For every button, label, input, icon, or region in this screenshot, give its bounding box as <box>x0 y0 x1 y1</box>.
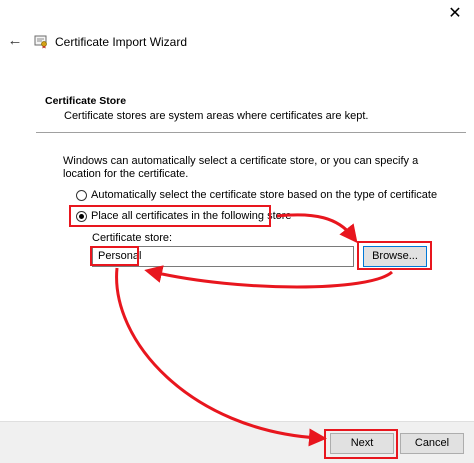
section-heading: Certificate Store <box>45 95 127 107</box>
auto-select-radio[interactable] <box>76 189 87 201</box>
cancel-button[interactable]: Cancel <box>400 433 464 454</box>
highlight-store-value <box>90 246 139 266</box>
intro-text: Windows can automatically select a certi… <box>63 155 419 180</box>
back-button[interactable]: ← <box>5 32 25 50</box>
section-description: Certificate stores are system areas wher… <box>64 110 369 122</box>
certificate-store-label: Certificate store: <box>92 232 173 244</box>
arrow-to-store-value <box>144 265 394 289</box>
arrow-to-next <box>115 267 327 447</box>
close-icon: ✕ <box>448 5 462 22</box>
back-arrow-icon: ← <box>7 32 23 49</box>
highlight-next-button <box>324 429 398 459</box>
auto-select-option[interactable]: Automatically select the certificate sto… <box>76 189 437 201</box>
highlight-store-option <box>69 205 271 227</box>
highlight-browse-button <box>357 241 432 270</box>
close-button[interactable]: ✕ <box>436 0 474 28</box>
wizard-title: Certificate Import Wizard <box>55 35 188 49</box>
header-divider <box>36 132 466 133</box>
auto-select-label: Automatically select the certificate sto… <box>91 189 438 201</box>
certificate-wizard-icon <box>33 33 49 49</box>
